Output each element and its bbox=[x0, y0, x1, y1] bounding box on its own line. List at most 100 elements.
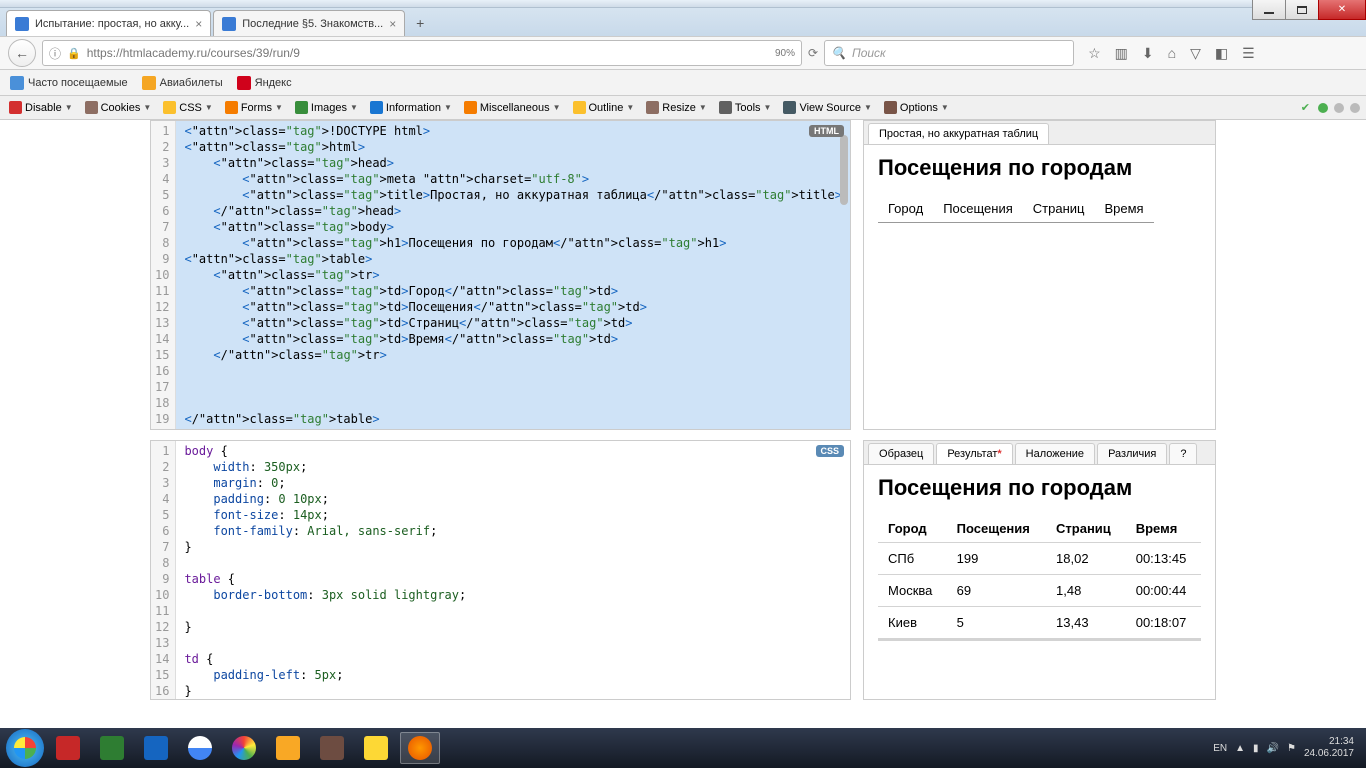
taskbar-app[interactable] bbox=[224, 732, 264, 764]
status-light bbox=[1350, 103, 1360, 113]
devtool-menu[interactable]: View Source▼ bbox=[778, 99, 876, 116]
devtool-menu[interactable]: Information▼ bbox=[365, 99, 457, 116]
devtool-menu[interactable]: Images▼ bbox=[290, 99, 363, 116]
devtool-menu[interactable]: Tools▼ bbox=[714, 99, 777, 116]
preview-mode-tab[interactable]: Образец bbox=[868, 443, 934, 464]
tray-network-icon[interactable]: ▮ bbox=[1253, 743, 1259, 754]
table-cell: 00:00:44 bbox=[1126, 575, 1201, 607]
html-badge: HTML bbox=[809, 125, 844, 137]
bookmark-item[interactable]: Часто посещаемые bbox=[10, 76, 128, 90]
favicon bbox=[15, 17, 29, 31]
close-button[interactable]: ✕ bbox=[1318, 0, 1366, 20]
taskbar-firefox[interactable] bbox=[400, 732, 440, 764]
preview-mode-tab[interactable]: Наложение bbox=[1015, 443, 1095, 464]
table-cell: 69 bbox=[947, 575, 1046, 607]
devtool-menu[interactable]: Resize▼ bbox=[641, 99, 712, 116]
addon-icon[interactable]: ◧ bbox=[1215, 45, 1228, 62]
devtool-label: Tools bbox=[735, 102, 761, 114]
bookmark-icon bbox=[237, 76, 251, 90]
start-button[interactable] bbox=[6, 729, 44, 767]
browser-tab[interactable]: Последние §5. Знакомств... × bbox=[213, 10, 405, 36]
url-bar: ← ⓘ 🔒 https://htmlacademy.ru/courses/39/… bbox=[0, 36, 1366, 70]
taskbar-app[interactable] bbox=[312, 732, 352, 764]
info-icon: ⓘ bbox=[49, 45, 61, 62]
chevron-down-icon: ▼ bbox=[699, 103, 707, 112]
preview-mode-tab[interactable]: Результат* bbox=[936, 443, 1012, 464]
taskbar-app[interactable] bbox=[356, 732, 396, 764]
devtool-menu[interactable]: Cookies▼ bbox=[80, 99, 157, 116]
css-editor[interactable]: CSS 1 2 3 4 5 6 7 8 9 10 11 12 13 14 15 … bbox=[150, 440, 851, 700]
chevron-down-icon: ▼ bbox=[350, 103, 358, 112]
bookmark-item[interactable]: Авиабилеты bbox=[142, 76, 223, 90]
devtool-menu[interactable]: Outline▼ bbox=[568, 99, 640, 116]
tray-show-desktop-icon[interactable]: ▲ bbox=[1235, 743, 1245, 754]
line-gutter: 1 2 3 4 5 6 7 8 9 10 11 12 13 14 15 16 bbox=[151, 441, 176, 699]
table-cell: 18,02 bbox=[1046, 543, 1126, 575]
devtool-icon bbox=[783, 101, 796, 114]
devtool-label: Disable bbox=[25, 102, 62, 114]
preview-tab[interactable]: Простая, но аккуратная таблиц bbox=[868, 123, 1049, 144]
devtool-label: Miscellaneous bbox=[480, 102, 550, 114]
bookmark-item[interactable]: Яндекс bbox=[237, 76, 292, 90]
zoom-level[interactable]: 90% bbox=[775, 48, 795, 59]
preview-table: ГородПосещенияСтраницВремя bbox=[878, 195, 1154, 223]
devtool-label: Information bbox=[386, 102, 441, 114]
back-button[interactable]: ← bbox=[8, 39, 36, 67]
status-light bbox=[1334, 103, 1344, 113]
minimize-button[interactable] bbox=[1252, 0, 1286, 20]
taskbar-app[interactable] bbox=[92, 732, 132, 764]
devtool-menu[interactable]: Disable▼ bbox=[4, 99, 78, 116]
bookmarks-bar: Часто посещаемые Авиабилеты Яндекс bbox=[0, 70, 1366, 96]
devtool-menu[interactable]: Options▼ bbox=[879, 99, 954, 116]
taskbar-app[interactable] bbox=[180, 732, 220, 764]
tray-sound-icon[interactable]: 🔊 bbox=[1267, 743, 1279, 754]
tray-clock[interactable]: 21:34 24.06.2017 bbox=[1304, 736, 1360, 760]
sample-preview: ОбразецРезультат*НаложениеРазличия? Посе… bbox=[863, 440, 1216, 700]
maximize-button[interactable] bbox=[1285, 0, 1319, 20]
search-icon: 🔍 bbox=[831, 46, 846, 60]
devtool-label: Forms bbox=[241, 102, 272, 114]
address-bar[interactable]: ⓘ 🔒 https://htmlacademy.ru/courses/39/ru… bbox=[42, 40, 802, 66]
tab-close-icon[interactable]: × bbox=[389, 17, 396, 31]
chevron-down-icon: ▼ bbox=[626, 103, 634, 112]
lock-icon: 🔒 bbox=[67, 47, 81, 60]
devtool-menu[interactable]: CSS▼ bbox=[158, 99, 218, 116]
reload-button[interactable]: ⟳ bbox=[808, 46, 818, 60]
taskbar-app[interactable] bbox=[48, 732, 88, 764]
code-content[interactable]: <"attn">class="tag">!DOCTYPE html> <"att… bbox=[176, 121, 850, 429]
devtool-menu[interactable]: Miscellaneous▼ bbox=[459, 99, 566, 116]
html-editor[interactable]: HTML 1 2 3 4 5 6 7 8 9 10 11 12 13 14 15… bbox=[150, 120, 851, 430]
chevron-down-icon: ▼ bbox=[205, 103, 213, 112]
devtool-menu[interactable]: Forms▼ bbox=[220, 99, 288, 116]
table-header-cell: Город bbox=[878, 515, 947, 543]
devtool-icon bbox=[163, 101, 176, 114]
page-content: HTML 1 2 3 4 5 6 7 8 9 10 11 12 13 14 15… bbox=[0, 120, 1366, 728]
tab-close-icon[interactable]: × bbox=[195, 17, 202, 31]
result-preview: Простая, но аккуратная таблиц Посещения … bbox=[863, 120, 1216, 430]
table-cell: 00:18:07 bbox=[1126, 607, 1201, 640]
devtool-icon bbox=[646, 101, 659, 114]
tray-lang[interactable]: EN bbox=[1213, 743, 1227, 754]
table-cell: Киев bbox=[878, 607, 947, 640]
browser-tabstrip: Испытание: простая, но акку...×Последние… bbox=[0, 8, 1366, 36]
reading-list-icon[interactable]: ▥ bbox=[1115, 45, 1128, 62]
preview-mode-tab[interactable]: ? bbox=[1169, 443, 1197, 464]
home-icon[interactable]: ⌂ bbox=[1168, 45, 1176, 62]
tray-flag-icon[interactable]: ⚑ bbox=[1287, 743, 1296, 754]
menu-icon[interactable]: ☰ bbox=[1242, 45, 1255, 62]
code-content[interactable]: body { width: 350px; margin: 0; padding:… bbox=[176, 441, 850, 699]
new-tab-button[interactable]: + bbox=[407, 12, 433, 34]
pocket-icon[interactable]: ▽ bbox=[1190, 45, 1201, 62]
scrollbar[interactable] bbox=[840, 125, 848, 425]
browser-tab[interactable]: Испытание: простая, но акку...× bbox=[6, 10, 211, 36]
preview-mode-tab[interactable]: Различия bbox=[1097, 443, 1167, 464]
chevron-down-icon: ▼ bbox=[764, 103, 772, 112]
taskbar-app[interactable] bbox=[268, 732, 308, 764]
search-box[interactable]: 🔍 Поиск bbox=[824, 40, 1074, 66]
bookmark-star-icon[interactable]: ☆ bbox=[1088, 45, 1101, 62]
search-placeholder: Поиск bbox=[852, 46, 886, 60]
tab-label: Последние §5. Знакомств... bbox=[242, 18, 383, 30]
devtool-label: View Source bbox=[799, 102, 861, 114]
taskbar-app[interactable] bbox=[136, 732, 176, 764]
downloads-icon[interactable]: ⬇ bbox=[1142, 45, 1154, 62]
